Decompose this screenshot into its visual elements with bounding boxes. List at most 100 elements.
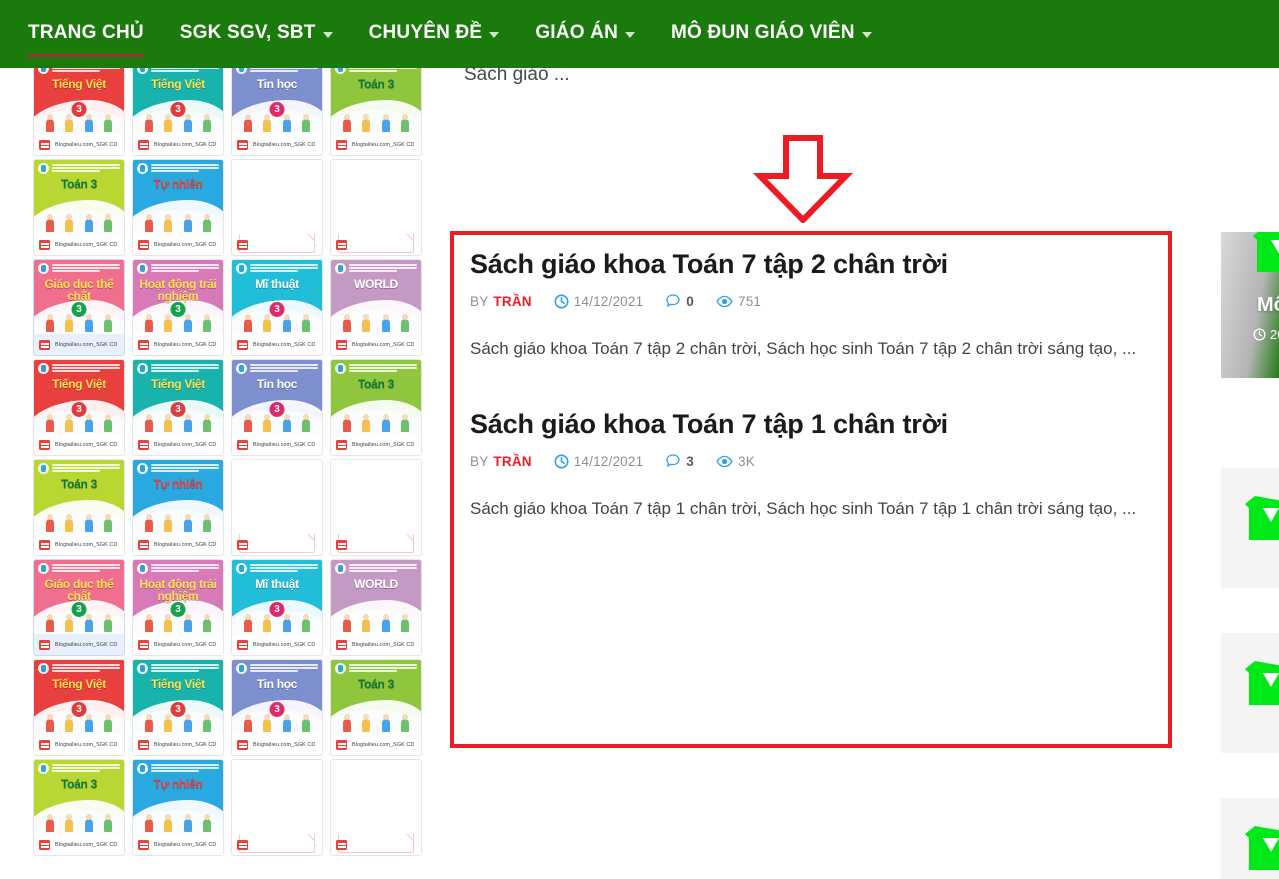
thumbnail-card[interactable]: Tiếng Việt 3 Blogtailieu.com_SGK CD ... xyxy=(132,359,224,456)
views-icon xyxy=(716,455,733,467)
thumbnail-card[interactable]: Tiếng Việt 3 Blogtailieu.com_SGK CD ... xyxy=(132,68,224,156)
cover-illustration xyxy=(139,812,217,832)
thumbnail-card[interactable]: Toán 3 Blogtailieu.com_SGK CD ... xyxy=(33,759,125,856)
thumbnail-card[interactable]: Tiếng Việt 3 Blogtailieu.com_SGK CD ... xyxy=(33,68,125,156)
download-icon xyxy=(1245,496,1279,540)
thumbnail-card[interactable]: Tiếng Việt 3 Blogtailieu.com_SGK CD ... xyxy=(33,659,125,756)
cover-illustration xyxy=(40,712,118,732)
thumbnail-card[interactable]: Tin học 3 Blogtailieu.com_SGK CD ... xyxy=(231,68,323,156)
thumbnail-cover-image: Tiếng Việt 3 xyxy=(133,660,223,734)
thumbnail-cover-image: Tin học 3 xyxy=(232,360,322,434)
thumbnail-file-name: Blogtailieu.com_SGK CD ... xyxy=(352,442,416,448)
thumbnail-cover-image: Tiếng Việt 3 xyxy=(133,360,223,434)
post-views-group: 751 xyxy=(716,294,761,309)
thumbnail-card[interactable]: Hoạt động trải nghiệm 3 Blogtailieu.com_SG… xyxy=(132,259,224,356)
pdf-file-icon xyxy=(39,140,50,150)
thumbnail-cover-image: Tự nhiên xyxy=(133,160,223,234)
nav-item-1[interactable]: SGK SGV, SBT xyxy=(180,22,333,46)
thumbnail-card[interactable]: Toán 3 Blogtailieu.com_SGK CD ... xyxy=(330,359,422,456)
post-title-link[interactable]: Sách giáo khoa Toán 7 tập 2 chân trời xyxy=(470,247,1152,281)
chevron-down-icon[interactable] xyxy=(322,32,333,38)
pdf-file-icon xyxy=(138,540,149,550)
chevron-down-icon[interactable] xyxy=(625,32,635,38)
cover-illustration xyxy=(139,512,217,532)
cover-header-lines xyxy=(52,464,120,475)
thumbnail-card[interactable]: Mĩ thuật 3 Blogtailieu.com_SGK CD ... xyxy=(231,259,323,356)
thumbnail-cover-image: WORLD xyxy=(331,260,421,334)
thumbnail-cover-image: Tin học 3 xyxy=(232,68,322,134)
thumbnail-card[interactable]: Tin học 3 Blogtailieu.com_SGK CD ... xyxy=(231,659,323,756)
post-comment-count: 0 xyxy=(686,293,695,309)
cover-illustration xyxy=(139,712,217,732)
post-author-link[interactable]: TRẦN xyxy=(493,454,531,469)
post-title-link[interactable]: Sách giáo khoa Toán 7 tập 1 chân trời xyxy=(470,407,1152,441)
thumbnail-card[interactable]: Mĩ thuật 3 Blogtailieu.com_SGK CD ... xyxy=(231,559,323,656)
thumbnail-file-name: Blogtailieu.com_SGK CD ... xyxy=(253,142,317,148)
cover-header-lines xyxy=(52,68,120,75)
thumbnail-card[interactable]: WORLD Blogtailieu.com_SGK CD ... xyxy=(330,259,422,356)
pdf-file-icon xyxy=(39,340,50,350)
thumbnail-card[interactable]: Blogtailieu.com_SGK CD ... xyxy=(330,159,422,256)
post-author-link[interactable]: TRẦN xyxy=(493,294,531,309)
cover-illustration xyxy=(40,412,118,432)
thumbnail-card[interactable]: Toán 3 Blogtailieu.com_SGK CD ... xyxy=(33,159,125,256)
publisher-logo-icon xyxy=(38,263,49,274)
thumbnail-card[interactable]: Blogtailieu.com_SBT CD ... xyxy=(231,159,323,256)
thumbnail-card[interactable]: Toán 3 Blogtailieu.com_SGK CD ... xyxy=(33,459,125,556)
chevron-down-icon[interactable] xyxy=(861,32,872,38)
nav-item-3[interactable]: GIÁO ÁN xyxy=(535,22,635,46)
featured-card-date: 20 xyxy=(1270,327,1279,342)
sidebar-card-3[interactable] xyxy=(1221,633,1279,753)
cover-illustration xyxy=(238,112,316,132)
pdf-file-icon xyxy=(138,340,149,350)
thumbnail-file-meta: Blogtailieu.com_SGK CD ... xyxy=(232,734,322,755)
cover-illustration xyxy=(139,112,217,132)
thumbnail-card[interactable]: Tiếng Việt 3 Blogtailieu.com_SGK CD ... xyxy=(132,659,224,756)
clock-icon xyxy=(554,454,569,468)
featured-card-meta: 20 xyxy=(1253,327,1279,342)
cover-header-lines xyxy=(349,364,417,375)
thumbnail-card[interactable]: Blogtailieu.com_SGK CD ... xyxy=(330,459,422,556)
thumbnail-cover-image: Tin học 3 xyxy=(232,660,322,734)
publisher-logo-icon xyxy=(38,663,49,674)
sidebar-featured-card[interactable]: Mô 20 xyxy=(1221,232,1279,378)
post-date-group: 14/12/2021 xyxy=(554,294,644,309)
post-comments-group[interactable]: 3 xyxy=(665,453,694,469)
thumbnail-card[interactable]: Tự nhiên Blogtailieu.com_SGK CD ... xyxy=(132,759,224,856)
thumbnail-cover-image xyxy=(331,160,421,234)
thumbnail-card[interactable]: Giáo dục thể chất 3 Blogtailieu.com_SGK CD… xyxy=(33,559,125,656)
thumbnail-card[interactable]: Toán 3 Blogtailieu.com_SGK CD ... xyxy=(330,68,422,156)
post-by-label: BY xyxy=(470,293,489,309)
post-by-label: BY xyxy=(470,453,489,469)
thumbnail-card[interactable]: Tự nhiên Blogtailieu.com_SGK CD ... xyxy=(132,159,224,256)
thumbnail-card[interactable]: Tin học 3 Blogtailieu.com_SGK CD ... xyxy=(231,359,323,456)
thumbnail-card[interactable]: Tiếng Việt 3 Blogtailieu.com_SGK CD ... xyxy=(33,359,125,456)
thumbnail-card[interactable]: Tự nhiên Blogtailieu.com_SGK CD ... xyxy=(132,459,224,556)
thumbnail-card[interactable]: Blogtailieu.com_SGK CD ... xyxy=(330,759,422,856)
nav-item-4[interactable]: MÔ ĐUN GIÁO VIÊN xyxy=(671,22,872,46)
thumbnail-card[interactable]: Hoạt động trải nghiệm 3 Blogtailieu.com_SG… xyxy=(132,559,224,656)
post-comments-group[interactable]: 0 xyxy=(665,293,694,309)
publisher-logo-icon xyxy=(335,68,346,74)
sidebar-card-2[interactable] xyxy=(1221,468,1279,588)
nav-item-2[interactable]: CHUYÊN ĐỀ xyxy=(369,22,500,46)
thumbnail-card[interactable]: Blogtailieu.com_SBT CD ... xyxy=(231,759,323,856)
comment-icon xyxy=(666,294,680,308)
post-meta-row: BY TRẦN 14/12/2021 0 751 xyxy=(470,293,1152,309)
cover-header-lines xyxy=(151,564,219,575)
thumbnail-card[interactable]: WORLD Blogtailieu.com_SGK CD ... xyxy=(330,559,422,656)
cover-book-title: Toán 3 xyxy=(61,177,97,191)
post-date: 14/12/2021 xyxy=(573,293,644,309)
thumbnail-card[interactable]: Blogtailieu.com_SBT CD ... xyxy=(231,459,323,556)
thumbnail-card[interactable]: Giáo dục thể chất 3 Blogtailieu.com_SGK CD… xyxy=(33,259,125,356)
thumbnail-file-name: Blogtailieu.com_SGK CD ... xyxy=(352,342,416,348)
thumbnail-file-name: Blogtailieu.com_SGK CD ... xyxy=(154,842,218,848)
chevron-down-icon[interactable] xyxy=(489,32,500,38)
pdf-file-icon xyxy=(336,640,347,650)
cover-header-lines xyxy=(151,664,219,675)
thumbnail-file-meta: Blogtailieu.com_SGK CD ... xyxy=(232,434,322,455)
thumbnail-cover-image: Mĩ thuật 3 xyxy=(232,560,322,634)
nav-item-0[interactable]: TRANG CHỦ xyxy=(28,22,144,57)
sidebar-card-4[interactable] xyxy=(1221,798,1279,879)
thumbnail-card[interactable]: Toán 3 Blogtailieu.com_SGK CD ... xyxy=(330,659,422,756)
